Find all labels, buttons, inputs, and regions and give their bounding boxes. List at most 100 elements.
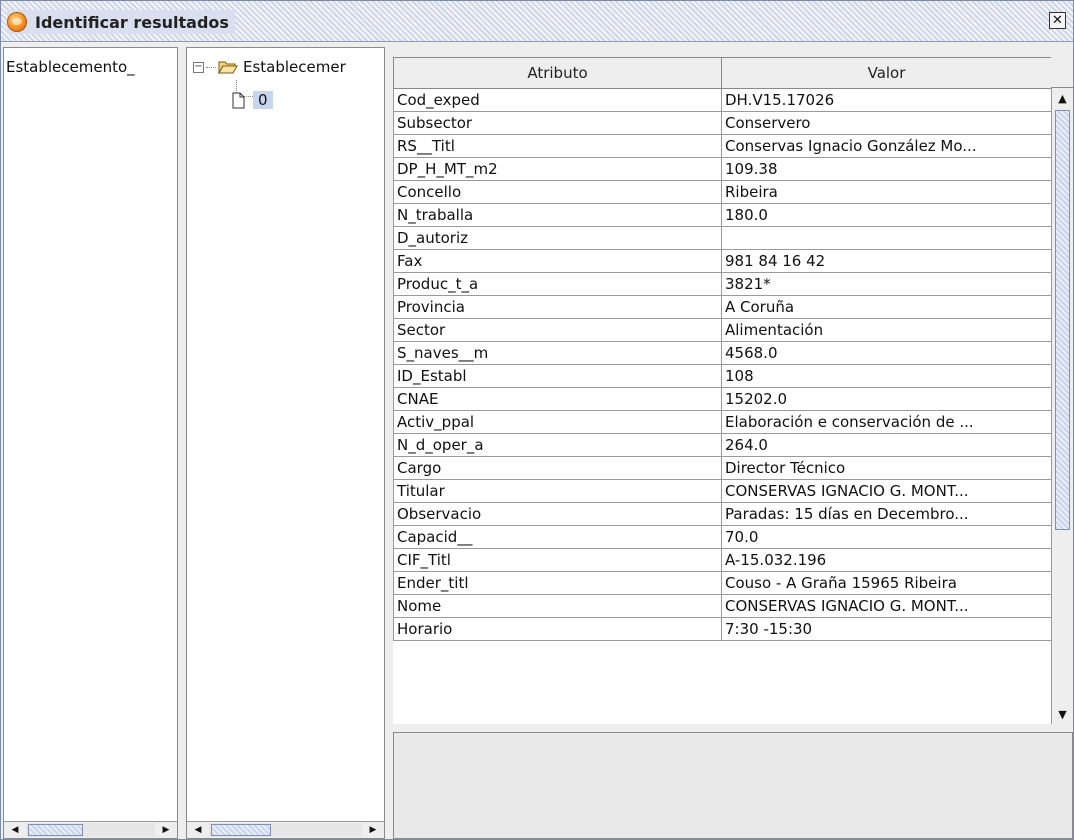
table-row[interactable]: Nome CONSERVAS IGNACIO G. MONT... — [393, 594, 1052, 618]
scroll-left-arrow-icon[interactable]: ◀ — [187, 822, 209, 838]
table-row[interactable]: CNAE 15202.0 — [393, 387, 1052, 411]
scroll-left-arrow-icon[interactable]: ◀ — [4, 822, 26, 838]
table-row[interactable]: Provincia A Coruña — [393, 295, 1052, 319]
attribute-cell[interactable]: Fax — [393, 249, 722, 273]
table-row[interactable]: Cargo Director Técnico — [393, 456, 1052, 480]
value-cell[interactable]: 3821* — [721, 272, 1052, 296]
scroll-thumb[interactable] — [211, 824, 271, 836]
tree-node-layer[interactable]: − Establecemer — [193, 58, 346, 76]
attribute-cell[interactable]: Capacid__ — [393, 525, 722, 549]
value-cell[interactable]: 7:30 -15:30 — [721, 617, 1052, 641]
table-row[interactable]: Produc_t_a 3821* — [393, 272, 1052, 296]
table-row[interactable]: Activ_ppal Elaboración e conservación de … — [393, 410, 1052, 434]
value-cell[interactable]: 70.0 — [721, 525, 1052, 549]
attribute-cell[interactable]: Activ_ppal — [393, 410, 722, 434]
value-cell[interactable]: A Coruña — [721, 295, 1052, 319]
tree-node-feature[interactable]: 0 — [232, 91, 273, 109]
detail-pane — [393, 732, 1073, 839]
table-row[interactable]: ID_Establ 108 — [393, 364, 1052, 388]
table-row[interactable]: D_autoriz — [393, 226, 1052, 250]
collapse-toggle-icon[interactable]: − — [193, 61, 204, 73]
column-header-value[interactable]: Valor — [721, 57, 1052, 89]
value-cell[interactable]: 4568.0 — [721, 341, 1052, 365]
layers-horizontal-scrollbar[interactable]: ◀ ▶ — [4, 821, 177, 838]
table-header-row: Atributo Valor — [393, 57, 1052, 89]
value-cell[interactable]: A-15.032.196 — [721, 548, 1052, 572]
tree-root-label: Establecemer — [243, 58, 346, 76]
table-row[interactable]: Cod_exped DH.V15.17026 — [393, 88, 1052, 112]
value-cell[interactable]: 981 84 16 42 — [721, 249, 1052, 273]
attribute-cell[interactable]: Cargo — [393, 456, 722, 480]
tree-horizontal-scrollbar[interactable]: ◀ ▶ — [187, 821, 384, 838]
title-bar[interactable]: Identificar resultados ✕ — [1, 1, 1073, 42]
attribute-cell[interactable]: Produc_t_a — [393, 272, 722, 296]
attribute-cell[interactable]: D_autoriz — [393, 226, 722, 250]
table-row[interactable]: DP_H_MT_m2 109.38 — [393, 157, 1052, 181]
value-cell[interactable]: DH.V15.17026 — [721, 88, 1052, 112]
scroll-right-arrow-icon[interactable]: ▶ — [155, 822, 177, 838]
value-cell[interactable]: Alimentación — [721, 318, 1052, 342]
scroll-track[interactable] — [26, 823, 155, 837]
value-cell[interactable]: Elaboración e conservación de ... — [721, 410, 1052, 434]
scroll-thumb[interactable] — [28, 824, 83, 836]
value-cell[interactable]: 180.0 — [721, 203, 1052, 227]
scroll-right-arrow-icon[interactable]: ▶ — [362, 822, 384, 838]
table-row[interactable]: Fax 981 84 16 42 — [393, 249, 1052, 273]
attribute-cell[interactable]: N_d_oper_a — [393, 433, 722, 457]
scroll-up-arrow-icon[interactable]: ▲ — [1052, 88, 1073, 108]
tree-connector — [206, 66, 216, 68]
value-cell[interactable]: Conservas Ignacio González Mo... — [721, 134, 1052, 158]
attribute-cell[interactable]: CNAE — [393, 387, 722, 411]
scroll-down-arrow-icon[interactable]: ▼ — [1052, 704, 1073, 724]
table-row[interactable]: N_traballa 180.0 — [393, 203, 1052, 227]
value-cell[interactable]: CONSERVAS IGNACIO G. MONT... — [721, 479, 1052, 503]
table-row[interactable]: Sector Alimentación — [393, 318, 1052, 342]
attribute-cell[interactable]: N_traballa — [393, 203, 722, 227]
attribute-cell[interactable]: RS__Titl — [393, 134, 722, 158]
value-cell[interactable]: Conservero — [721, 111, 1052, 135]
attribute-cell[interactable]: Ender_titl — [393, 571, 722, 595]
layer-list-item[interactable]: Establecemento_ — [6, 58, 135, 76]
attribute-cell[interactable]: Provincia — [393, 295, 722, 319]
value-cell[interactable]: 264.0 — [721, 433, 1052, 457]
attribute-cell[interactable]: Sector — [393, 318, 722, 342]
attribute-cell[interactable]: Concello — [393, 180, 722, 204]
value-cell[interactable] — [721, 226, 1052, 250]
attribute-cell[interactable]: Titular — [393, 479, 722, 503]
table-row[interactable]: N_d_oper_a 264.0 — [393, 433, 1052, 457]
attributes-table-area: Atributo Valor Cod_exped DH.V15.17026 Subs… — [393, 57, 1073, 724]
value-cell[interactable]: Paradas: 15 días en Decembro... — [721, 502, 1052, 526]
header-corner — [1051, 57, 1073, 88]
attribute-cell[interactable]: Subsector — [393, 111, 722, 135]
table-row[interactable]: Ender_titl Couso - A Graña 15965 Ribeira — [393, 571, 1052, 595]
value-cell[interactable]: 109.38 — [721, 157, 1052, 181]
scroll-thumb[interactable] — [1055, 110, 1070, 530]
attribute-cell[interactable]: Nome — [393, 594, 722, 618]
column-header-attribute[interactable]: Atributo — [393, 57, 722, 89]
table-vertical-scrollbar[interactable]: ▲ ▼ — [1051, 88, 1073, 724]
table-row[interactable]: Observacio Paradas: 15 días en Decembro..… — [393, 502, 1052, 526]
value-cell[interactable]: Couso - A Graña 15965 Ribeira — [721, 571, 1052, 595]
table-row[interactable]: S_naves__m 4568.0 — [393, 341, 1052, 365]
scroll-track[interactable] — [209, 823, 362, 837]
attribute-cell[interactable]: Horario — [393, 617, 722, 641]
attribute-cell[interactable]: Observacio — [393, 502, 722, 526]
value-cell[interactable]: Director Técnico — [721, 456, 1052, 480]
table-row[interactable]: Concello Ribeira — [393, 180, 1052, 204]
value-cell[interactable]: CONSERVAS IGNACIO G. MONT... — [721, 594, 1052, 618]
table-row[interactable]: Horario 7:30 -15:30 — [393, 617, 1052, 641]
value-cell[interactable]: Ribeira — [721, 180, 1052, 204]
table-row[interactable]: Capacid__ 70.0 — [393, 525, 1052, 549]
table-row[interactable]: Titular CONSERVAS IGNACIO G. MONT... — [393, 479, 1052, 503]
value-cell[interactable]: 15202.0 — [721, 387, 1052, 411]
table-row[interactable]: Subsector Conservero — [393, 111, 1052, 135]
attribute-cell[interactable]: Cod_exped — [393, 88, 722, 112]
attribute-cell[interactable]: CIF_Titl — [393, 548, 722, 572]
attribute-cell[interactable]: S_naves__m — [393, 341, 722, 365]
attribute-cell[interactable]: ID_Establ — [393, 364, 722, 388]
table-row[interactable]: CIF_Titl A-15.032.196 — [393, 548, 1052, 572]
attribute-cell[interactable]: DP_H_MT_m2 — [393, 157, 722, 181]
value-cell[interactable]: 108 — [721, 364, 1052, 388]
close-button[interactable]: ✕ — [1049, 12, 1066, 29]
table-row[interactable]: RS__Titl Conservas Ignacio González Mo... — [393, 134, 1052, 158]
